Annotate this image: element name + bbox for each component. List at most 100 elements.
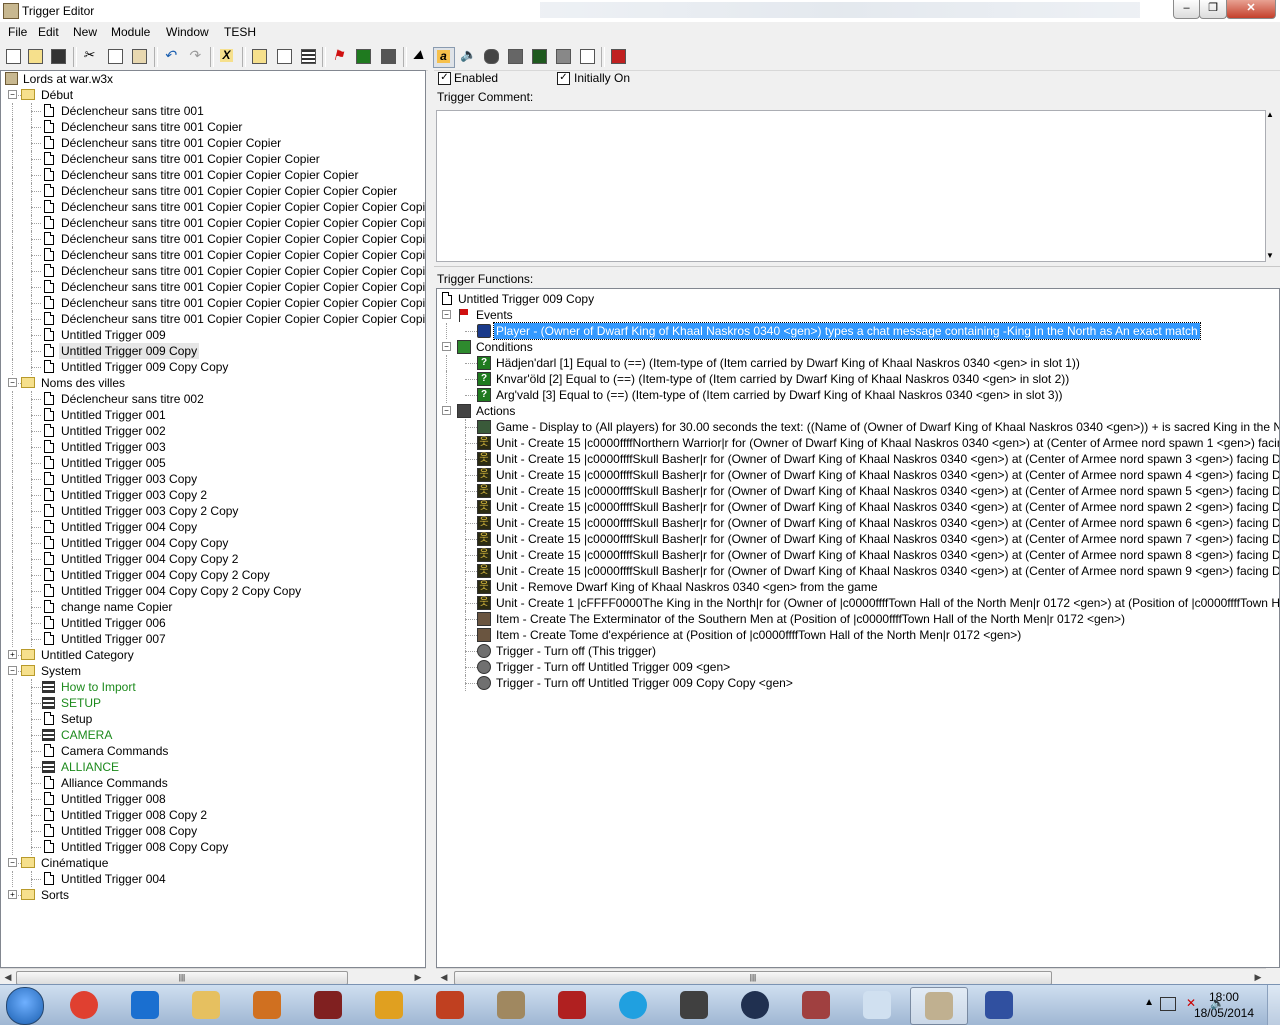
tree-item[interactable]: Déclencheur sans titre 001 Copier Copier… — [1, 167, 425, 183]
taskbar-app-button[interactable] — [239, 987, 295, 1023]
save-button[interactable] — [48, 47, 68, 66]
tree-item[interactable]: Untitled Trigger 003 — [1, 439, 425, 455]
expand-toggle[interactable]: + — [8, 890, 17, 899]
tray-network-icon[interactable]: ✕ — [1186, 996, 1200, 1010]
minimize-button[interactable]: – — [1173, 0, 1200, 19]
collapse-toggle[interactable]: − — [8, 858, 17, 867]
tree-item[interactable]: Untitled Trigger 003 Copy 2 — [1, 487, 425, 503]
tree-item[interactable]: Untitled Trigger 004 — [1, 871, 425, 887]
scroll-left-icon[interactable]: ◀ — [438, 971, 450, 983]
taskbar-app-button[interactable] — [849, 987, 905, 1023]
collapse-toggle[interactable]: − — [442, 406, 451, 415]
tree-item[interactable]: Déclencheur sans titre 001 Copier Copier… — [1, 183, 425, 199]
menu-file[interactable]: File — [8, 25, 27, 39]
menu-new[interactable]: New — [73, 25, 97, 39]
action-row[interactable]: Item - Create The Exterminator of the So… — [437, 611, 1279, 627]
taskbar-app-button[interactable] — [422, 987, 478, 1023]
tree-item[interactable]: Déclencheur sans titre 001 Copier Copier… — [1, 231, 425, 247]
condition-row[interactable]: ? Hädjen'darl [1] Equal to (==) (Item-typ… — [437, 355, 1279, 371]
action-row[interactable]: 웃 Unit - Create 15 |c0000ffffSkull Basher… — [437, 451, 1279, 467]
object-editor-button[interactable] — [481, 47, 501, 66]
comment-vertical-scrollbar[interactable]: ▲ ▼ — [1266, 110, 1278, 260]
tree-item[interactable]: Untitled Trigger 004 Copy Copy — [1, 535, 425, 551]
actions-section[interactable]: − Actions — [437, 403, 1279, 419]
tree-item[interactable]: Déclencheur sans titre 001 Copier Copier… — [1, 151, 425, 167]
taskbar-app-button[interactable] — [666, 987, 722, 1023]
redo-button[interactable]: ↷ — [185, 47, 205, 66]
taskbar-app-button[interactable] — [300, 987, 356, 1023]
tree-category[interactable]: + Untitled Category — [1, 647, 425, 663]
ai-editor-button[interactable] — [529, 47, 549, 66]
action-row[interactable]: 웃 Unit - Create 15 |c0000ffffSkull Basher… — [437, 531, 1279, 547]
tree-item[interactable]: Déclencheur sans titre 001 Copier Copier… — [1, 279, 425, 295]
taskbar-app-button[interactable] — [788, 987, 844, 1023]
scroll-thumb[interactable]: ||| — [454, 971, 1052, 985]
tree-item[interactable]: Untitled Trigger 004 Copy — [1, 519, 425, 535]
tree-item[interactable]: ALLIANCE — [1, 759, 425, 775]
trigger-editor-button[interactable]: a — [433, 47, 455, 68]
tree-item[interactable]: Untitled Trigger 008 Copy — [1, 823, 425, 839]
trigger-tree[interactable]: Lords at war.w3x − Début Déclencheur sans t… — [0, 70, 426, 968]
action-row[interactable]: 웃 Unit - Create 15 |c0000ffffSkull Basher… — [437, 515, 1279, 531]
conditions-section[interactable]: − Conditions — [437, 339, 1279, 355]
taskbar-app-button[interactable] — [361, 987, 417, 1023]
tray-up-arrow-icon[interactable]: ▲ — [1144, 997, 1154, 1008]
new-action-button[interactable] — [378, 47, 398, 66]
trigger-comment-textarea[interactable] — [436, 110, 1266, 262]
tree-item[interactable]: Untitled Trigger 009 Copy Copy — [1, 359, 425, 375]
tray-action-center-icon[interactable] — [1160, 997, 1176, 1011]
show-desktop-button[interactable] — [1267, 985, 1280, 1025]
scroll-up-icon[interactable]: ▲ — [1266, 110, 1274, 119]
tree-item[interactable]: Untitled Trigger 004 Copy Copy 2 — [1, 551, 425, 567]
action-row[interactable]: 웃 Unit - Create 15 |c0000ffffSkull Basher… — [437, 483, 1279, 499]
condition-row[interactable]: ? Knvar'öld [2] Equal to (==) (Item-type … — [437, 371, 1279, 387]
menu-module[interactable]: Module — [111, 25, 150, 39]
taskbar-app-button[interactable] — [910, 987, 968, 1025]
functions-root[interactable]: Untitled Trigger 009 Copy — [437, 291, 1279, 307]
campaign-editor-button[interactable] — [505, 47, 525, 66]
tree-item[interactable]: Untitled Trigger 008 — [1, 791, 425, 807]
event-row[interactable]: Player - (Owner of Dwarf King of Khaal N… — [437, 322, 1279, 340]
menu-tesh[interactable]: TESH — [224, 25, 256, 39]
start-button[interactable] — [6, 987, 44, 1025]
tree-item[interactable]: Déclencheur sans titre 001 Copier Copier… — [1, 295, 425, 311]
tree-item[interactable]: Déclencheur sans titre 001 Copier Copier — [1, 135, 425, 151]
action-row[interactable]: Item - Create Tome d'expérience at (Posi… — [437, 627, 1279, 643]
taskbar-app-button[interactable] — [605, 987, 661, 1023]
taskbar-app-button[interactable] — [483, 987, 539, 1023]
trigger-functions-tree[interactable]: Untitled Trigger 009 Copy − Events Player -… — [436, 288, 1280, 968]
collapse-toggle[interactable]: − — [8, 666, 17, 675]
action-row[interactable]: 웃 Unit - Create 15 |c0000ffffSkull Basher… — [437, 563, 1279, 579]
tree-item[interactable]: Untitled Trigger 007 — [1, 631, 425, 647]
new-comment-button[interactable] — [298, 47, 318, 66]
tree-item[interactable]: Untitled Trigger 009 Copy — [1, 343, 425, 359]
delete-button[interactable]: X — [217, 47, 237, 66]
taskbar-app-button[interactable] — [178, 987, 234, 1023]
tree-item[interactable]: Alliance Commands — [1, 775, 425, 791]
taskbar-app-button[interactable] — [117, 987, 173, 1023]
tree-item[interactable]: Déclencheur sans titre 001 Copier Copier… — [1, 247, 425, 263]
scroll-left-icon[interactable]: ◀ — [2, 971, 14, 983]
object-manager-button[interactable] — [553, 47, 573, 66]
cut-button[interactable]: ✂ — [80, 47, 100, 66]
tree-item[interactable]: Untitled Trigger 006 — [1, 615, 425, 631]
action-row[interactable]: 웃 Unit - Remove Dwarf King of Khaal Naskr… — [437, 579, 1279, 595]
scroll-right-icon[interactable]: ▶ — [412, 971, 424, 983]
action-row[interactable]: 웃 Unit - Create 15 |c0000ffffSkull Basher… — [437, 499, 1279, 515]
tree-item[interactable]: CAMERA — [1, 727, 425, 743]
action-row[interactable]: 웃 Unit - Create 15 |c0000ffffSkull Basher… — [437, 467, 1279, 483]
tree-item[interactable]: Camera Commands — [1, 743, 425, 759]
menu-window[interactable]: Window — [166, 25, 209, 39]
new-category-button[interactable] — [249, 47, 269, 66]
scroll-thumb[interactable]: ||| — [16, 971, 348, 985]
action-row[interactable]: 웃 Unit - Create 15 |c0000ffffSkull Basher… — [437, 547, 1279, 563]
condition-row[interactable]: ? Arg'vald [3] Equal to (==) (Item-type o… — [437, 387, 1279, 403]
tree-item[interactable]: change name Copier — [1, 599, 425, 615]
undo-button[interactable]: ↶ — [161, 47, 181, 66]
horizontal-splitter[interactable] — [434, 266, 1280, 271]
tree-item[interactable]: Déclencheur sans titre 002 — [1, 391, 425, 407]
collapse-toggle[interactable]: − — [8, 378, 17, 387]
open-button[interactable] — [25, 47, 45, 66]
tree-category[interactable]: − Cinématique — [1, 855, 425, 871]
tree-item[interactable]: Déclencheur sans titre 001 Copier Copier… — [1, 311, 425, 327]
